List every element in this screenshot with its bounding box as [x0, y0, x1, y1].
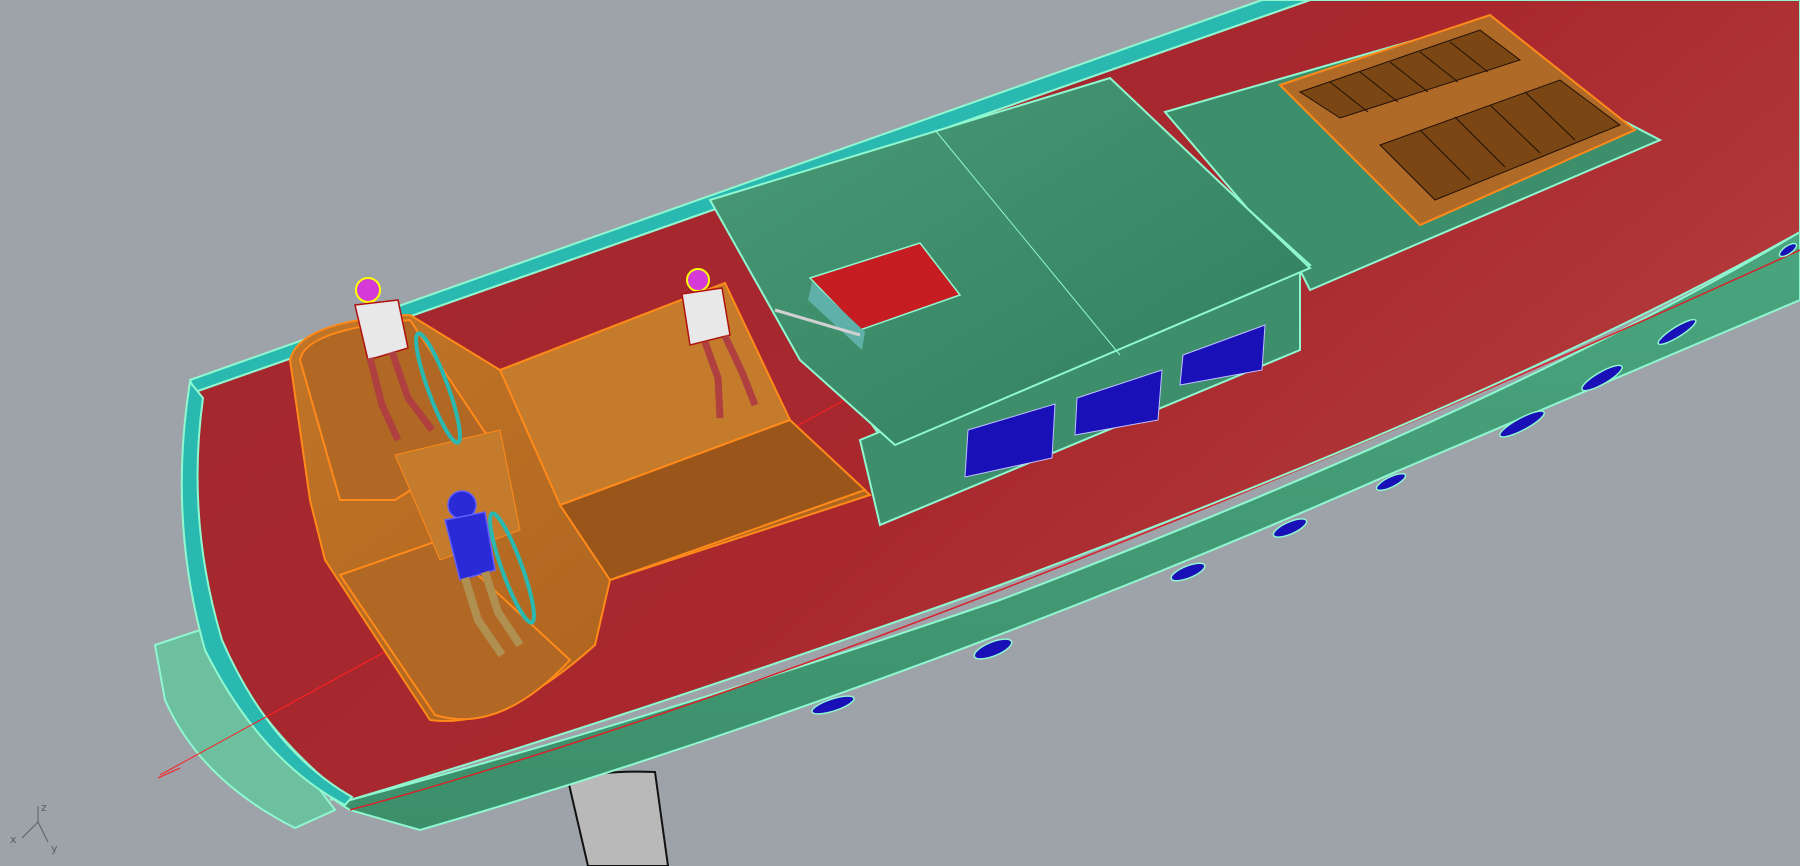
axis-label-y: y: [51, 842, 58, 855]
axis-label-x: x: [10, 833, 17, 846]
axis-triad: z x y: [10, 801, 58, 855]
3d-viewport[interactable]: z x y: [0, 0, 1800, 866]
axis-label-z: z: [41, 801, 47, 814]
keel[interactable]: [566, 770, 670, 866]
